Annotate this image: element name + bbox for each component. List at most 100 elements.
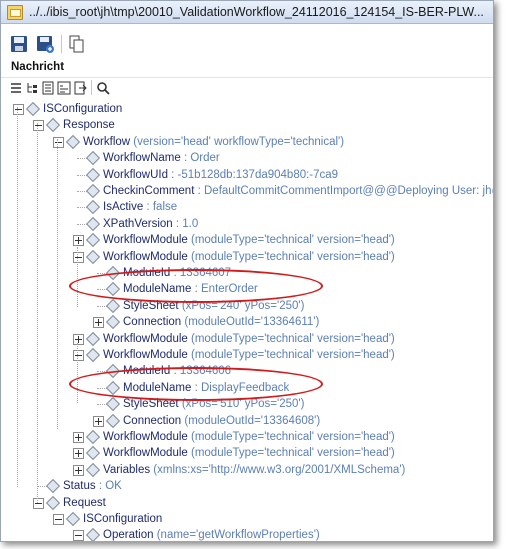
node-text: IsActive : false xyxy=(103,199,177,215)
node-name: ISConfiguration xyxy=(83,513,163,525)
expand-icon[interactable] xyxy=(73,448,84,460)
collapse-icon[interactable] xyxy=(33,497,44,509)
collapse-icon[interactable] xyxy=(73,350,84,361)
tree-node[interactable]: Status : OK xyxy=(1,478,493,494)
expand-icon[interactable] xyxy=(93,415,104,427)
element-node-icon xyxy=(105,413,121,428)
node-name: Operation xyxy=(103,529,154,541)
collapse-icon[interactable] xyxy=(33,120,44,132)
element-node-icon xyxy=(85,200,101,215)
element-node-icon xyxy=(105,315,121,330)
element-node-icon xyxy=(105,298,121,313)
application-window: ../../ibis_root\jh\tmp\20010_ValidationW… xyxy=(0,0,494,542)
window-title: ../../ibis_root\jh\tmp\20010_ValidationW… xyxy=(29,5,484,19)
tree-node[interactable]: WorkflowModule (moduleType='technical' v… xyxy=(1,429,493,445)
tree-toolbar xyxy=(1,77,493,98)
tree-node[interactable]: WorkflowUId : -51b128db:137da904b80:-7ca… xyxy=(1,167,493,183)
node-name: WorkflowModule xyxy=(103,447,188,460)
tree-node[interactable]: Workflow (version='head' workflowType='t… xyxy=(1,134,493,150)
tree-node[interactable]: Response xyxy=(1,117,493,133)
node-text: Status : OK xyxy=(63,478,122,494)
node-value: (xmlns:xs='http://www.w3.org/2001/XMLSch… xyxy=(153,463,406,476)
toolbar-separator xyxy=(91,80,92,95)
expand-icon[interactable] xyxy=(73,235,84,247)
tree-node[interactable]: Connection (moduleOutId='13364611') xyxy=(1,314,493,330)
node-text: CheckinComment : DefaultCommitCommentImp… xyxy=(103,183,493,199)
copy-icon[interactable] xyxy=(67,34,87,54)
element-node-icon xyxy=(85,331,101,346)
element-node-icon xyxy=(45,479,61,494)
expand-icon[interactable] xyxy=(93,317,104,329)
element-node-icon xyxy=(45,495,61,510)
node-value: (moduleOutId='13364611') xyxy=(184,316,320,329)
collapse-icon[interactable] xyxy=(53,136,64,148)
main-toolbar xyxy=(1,31,493,57)
tree-guide-line xyxy=(57,139,58,429)
node-text: WorkflowName : Order xyxy=(103,150,220,166)
node-value: (moduleType='technical' version='head') xyxy=(191,332,395,345)
xml-tree-view[interactable]: ISConfiguration Response Workflow (version… xyxy=(1,97,493,541)
save-all-icon[interactable] xyxy=(35,34,55,54)
expand-icon[interactable] xyxy=(73,432,84,443)
tree-node[interactable]: WorkflowModule (moduleType='technical' v… xyxy=(1,331,493,347)
tree-node[interactable]: Request xyxy=(1,495,493,511)
collapse-icon[interactable] xyxy=(13,104,24,115)
collapse-icon[interactable] xyxy=(73,251,84,263)
element-node-icon xyxy=(85,446,101,461)
node-name: Status xyxy=(63,480,96,493)
node-text: ISConfiguration xyxy=(43,101,122,117)
expand-icon[interactable] xyxy=(73,464,84,476)
node-name: Response xyxy=(63,119,115,132)
element-node-icon xyxy=(85,233,101,248)
tree-icon[interactable] xyxy=(25,81,39,95)
tree-node[interactable]: XPathVersion : 1.0 xyxy=(1,216,493,232)
node-value: : DefaultCommitCommentImport@@@Deploying… xyxy=(197,185,493,197)
tree-node[interactable]: WorkflowModule (moduleType='technical' v… xyxy=(1,445,493,461)
tree-node[interactable]: WorkflowModule (moduleType='technical' v… xyxy=(1,347,493,363)
tree-node[interactable]: WorkflowName : Order xyxy=(1,150,493,166)
tree-node[interactable]: ISConfiguration xyxy=(1,511,493,527)
tree-node[interactable]: ISConfiguration xyxy=(1,101,493,117)
title-bar[interactable]: ../../ibis_root\jh\tmp\20010_ValidationW… xyxy=(1,1,493,24)
text-view-icon[interactable] xyxy=(41,81,55,95)
element-node-icon xyxy=(65,511,81,527)
element-node-icon xyxy=(45,118,61,133)
element-node-icon xyxy=(85,347,101,363)
node-value: (name='getWorkflowProperties') xyxy=(156,529,320,541)
tree-node[interactable]: Connection (moduleOutId='13364608') xyxy=(1,413,493,429)
node-text: Variables (xmlns:xs='http://www.w3.org/2… xyxy=(103,462,405,478)
hex-view-icon[interactable] xyxy=(57,81,71,95)
list-icon[interactable] xyxy=(9,81,23,95)
element-node-icon xyxy=(85,249,101,264)
node-name: Request xyxy=(63,496,106,509)
tree-guide-line xyxy=(77,247,78,307)
node-text: WorkflowModule (moduleType='technical' v… xyxy=(103,429,395,445)
node-text: Response xyxy=(63,117,115,133)
node-value: (moduleType='technical' version='head') xyxy=(191,447,395,460)
node-name: WorkflowName xyxy=(103,152,181,165)
node-text: WorkflowModule (moduleType='technical' v… xyxy=(103,445,395,461)
export-icon[interactable] xyxy=(73,81,87,95)
node-text: Request xyxy=(63,495,106,511)
element-node-icon xyxy=(85,216,101,231)
element-node-icon xyxy=(105,397,121,412)
search-icon[interactable] xyxy=(96,81,110,95)
tree-node[interactable]: CheckinComment : DefaultCommitCommentImp… xyxy=(1,183,493,199)
save-icon[interactable] xyxy=(9,34,29,54)
tree-node[interactable]: WorkflowModule (moduleType='technical' v… xyxy=(1,249,493,265)
tree-node[interactable]: IsActive : false xyxy=(1,199,493,215)
section-title: Nachricht xyxy=(11,61,65,73)
node-text: ISConfiguration xyxy=(83,511,162,527)
node-value: (moduleType='technical' version='head') xyxy=(191,250,395,263)
node-value: (moduleType='technical' version='head') xyxy=(191,431,395,443)
tree-node[interactable]: Operation (name='getWorkflowProperties') xyxy=(1,527,493,541)
tree-node[interactable]: Variables (xmlns:xs='http://www.w3.org/2… xyxy=(1,462,493,478)
collapse-icon[interactable] xyxy=(73,530,84,541)
node-text: WorkflowModule (moduleType='technical' v… xyxy=(103,331,395,347)
tree-node[interactable]: WorkflowModule (moduleType='technical' v… xyxy=(1,232,493,248)
node-text: Operation (name='getWorkflowProperties') xyxy=(103,527,320,541)
expand-icon[interactable] xyxy=(73,333,84,345)
highlight-oval xyxy=(69,269,323,303)
collapse-icon[interactable] xyxy=(53,514,64,525)
node-value: : OK xyxy=(98,480,122,493)
